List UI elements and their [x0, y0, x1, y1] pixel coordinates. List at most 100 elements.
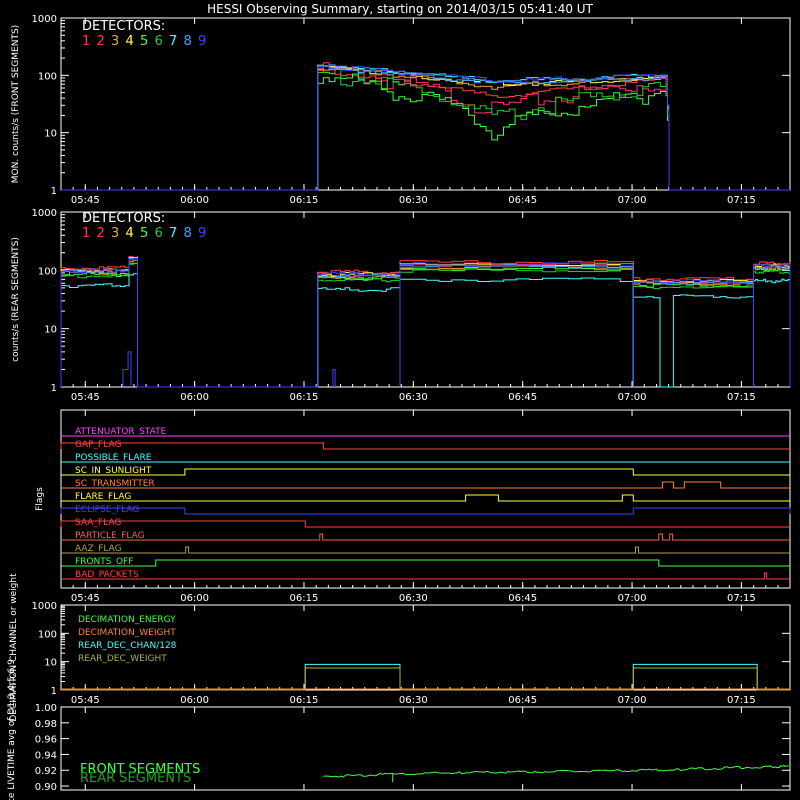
y-tick-label: 1.00 [35, 703, 57, 714]
x-tick-label: 06:30 [399, 392, 428, 403]
y-tick-label: 10 [44, 325, 57, 336]
front-series-6 [61, 69, 790, 191]
front-legend-title: DETECTORS: [82, 19, 165, 34]
flag-trace [60, 507, 791, 515]
rear-legend-entry: 8 [184, 226, 192, 241]
rear-series-7 [60, 273, 791, 388]
x-tick-label: 06:00 [180, 392, 209, 403]
y-tick-label: 10 [44, 658, 57, 669]
front-legend-entry: 4 [126, 34, 134, 49]
rear-series-9 [60, 257, 791, 388]
y-tick-label: 0.96 [35, 735, 57, 746]
front-series-2 [61, 69, 790, 191]
x-tick-label: 06:15 [290, 195, 319, 206]
chart-title: HESSI Observing Summary, starting on 201… [207, 2, 593, 16]
hessi-summary-chart: HESSI Observing Summary, starting on 201… [7, 2, 791, 800]
y-tick-label: 10 [44, 129, 57, 140]
flags-panel-frame [60, 409, 791, 589]
y-tick-label: 1000 [32, 208, 57, 219]
flag-trace [61, 546, 790, 554]
x-tick-label: 06:15 [290, 593, 319, 604]
rear-ylabel-text: counts/s (REAR SEGMENTS) [11, 237, 21, 362]
livetime-ylabel: Mon. Rate LIVETIME avg of D1,3,4,5,6,9 [7, 659, 17, 800]
flag-trace [61, 468, 790, 476]
rear-blue-spike [332, 368, 336, 387]
front-legend-entry: 5 [140, 34, 148, 49]
y-tick-label: 100 [38, 629, 57, 640]
x-tick-label: 07:00 [618, 195, 647, 206]
flag-trace [61, 572, 790, 580]
x-tick-label: 06:00 [180, 695, 209, 706]
front-series-7 [61, 64, 790, 191]
flag-trace [61, 533, 790, 541]
y-tick-label: 0.94 [35, 750, 57, 761]
rear-series-2 [60, 256, 791, 388]
flag-trace [61, 559, 790, 567]
x-tick-label: 06:15 [290, 392, 319, 403]
rear-legend-entry: 3 [111, 226, 119, 241]
x-tick-label: 05:45 [71, 695, 100, 706]
front-series-5 [61, 73, 790, 191]
flag-trace [61, 494, 790, 502]
x-tick-label: 05:45 [71, 593, 100, 604]
x-tick-label: 06:30 [399, 695, 428, 706]
y-tick-label: 1000 [32, 14, 57, 25]
x-tick-label: 06:15 [290, 695, 319, 706]
rear-legend-entry: 6 [155, 226, 163, 241]
rear-legend-entry: 2 [97, 226, 105, 241]
x-tick-label: 05:45 [71, 195, 100, 206]
flags-ylabel: Flags [35, 487, 45, 511]
y-tick-label: 100 [38, 71, 57, 82]
x-tick-label: 06:30 [399, 593, 428, 604]
flag-label: GAP_FLAG [75, 440, 121, 450]
x-tick-label: 07:15 [727, 695, 756, 706]
rear-blue-spike [122, 351, 132, 387]
rear-series-1 [60, 256, 791, 388]
flag-trace [60, 520, 790, 528]
rear-legend-entry: 4 [126, 226, 134, 241]
y-tick-label: 1 [51, 383, 57, 394]
rear-ylabel: counts/s (REAR SEGMENTS) [11, 237, 21, 362]
rear-legend-title: DETECTORS: [82, 211, 165, 226]
x-tick-label: 05:45 [71, 392, 100, 403]
y-tick-label: 0.90 [35, 782, 57, 793]
rear-series-4 [60, 257, 791, 388]
x-tick-label: 06:45 [508, 195, 537, 206]
front-series-3 [61, 66, 790, 191]
front-legend-entry: 8 [184, 34, 192, 49]
x-tick-label: 06:45 [508, 695, 537, 706]
livetime-front-series [323, 764, 789, 778]
y-tick-label: 0.98 [35, 719, 57, 730]
decimation-legend-entry: DECIMATION_ENERGY [78, 615, 176, 625]
livetime-legend-rear: REAR SEGMENTS [80, 771, 191, 786]
front-ylabel-text: MON. counts/s (FRONT SEGMENTS) [11, 25, 21, 183]
front-legend-entry: 9 [198, 34, 206, 49]
front-series-1 [61, 62, 790, 191]
front-legend-entry: 2 [97, 34, 105, 49]
rear-legend-entry: 1 [82, 226, 90, 241]
x-tick-label: 06:45 [508, 593, 537, 604]
x-tick-label: 07:15 [727, 593, 756, 604]
x-tick-label: 06:00 [180, 195, 209, 206]
rear-legend-entry: 7 [169, 226, 177, 241]
y-tick-label: 1 [51, 686, 57, 697]
x-tick-label: 07:00 [618, 593, 647, 604]
x-tick-label: 06:45 [508, 392, 537, 403]
decimation-legend-entry: DECIMATION_WEIGHT [78, 628, 176, 638]
x-tick-label: 07:00 [618, 392, 647, 403]
x-tick-label: 07:00 [618, 695, 647, 706]
decimation-legend-entry: REAR_DEC_WEIGHT [78, 654, 167, 664]
flag-trace [61, 481, 790, 489]
rear-series-8 [60, 257, 791, 388]
flag-label: SAA_FLAG [75, 518, 121, 528]
y-tick-label: 1 [51, 186, 57, 197]
front-legend-entry: 6 [155, 34, 163, 49]
front-legend-entry: 3 [111, 34, 119, 49]
front-legend-entry: 7 [169, 34, 177, 49]
flag-label: ECLIPSE_FLAG [75, 505, 139, 515]
y-tick-label: 100 [38, 266, 57, 277]
x-tick-label: 06:30 [399, 195, 428, 206]
front-series-8 [61, 64, 790, 191]
front-ylabel: MON. counts/s (FRONT SEGMENTS) [11, 25, 21, 183]
front-legend-entry: 1 [82, 34, 90, 49]
